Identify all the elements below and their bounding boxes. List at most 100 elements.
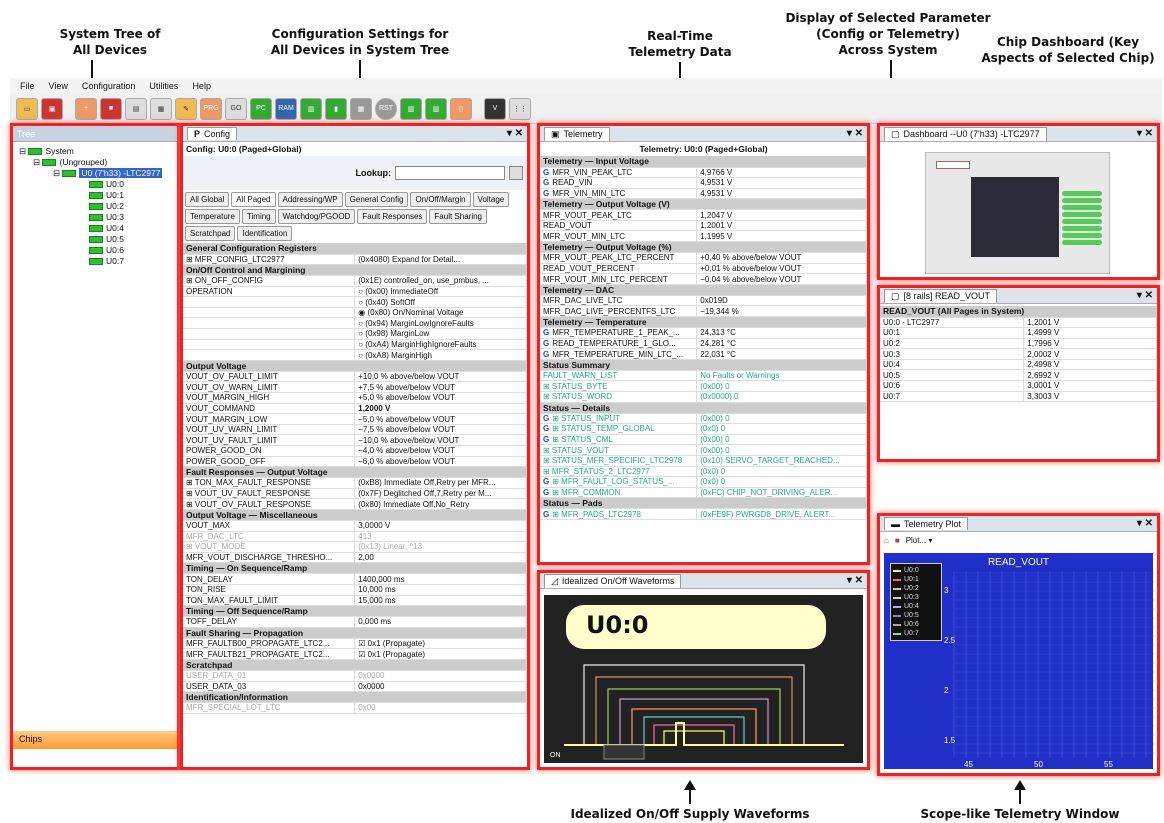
search-icon[interactable] <box>509 166 523 180</box>
telemetry-g-icon[interactable]: G <box>543 414 549 423</box>
config-row[interactable]: VOUT_MAX 3,0000 V <box>183 520 527 532</box>
config-row[interactable]: MFR_FAULTB21_PROPAGATE_LTC2... ☑ 0x1 (Pro… <box>183 648 527 660</box>
param-value[interactable]: (0x7F) Deglitched Off,7,Retry per M... <box>354 488 527 500</box>
config-row[interactable]: ○ (0xA4) MarginHighIgnoreFaults <box>183 339 527 351</box>
telemetry-row[interactable]: ⊞ STATUS_VOUT (0x00) 0 <box>540 444 867 456</box>
telemetry-g-icon[interactable]: G <box>543 178 549 187</box>
dashboard-tab[interactable]: ▢ Dashboard --U0 (7'h33) -LTC2977 <box>884 126 1047 141</box>
add-chip-icon[interactable]: + <box>75 97 97 120</box>
config-row[interactable]: POWER_GOOD_ON −4,0 % above/below VOUT <box>183 445 527 457</box>
config-row[interactable]: TON_RISE 10,000 ms <box>183 584 527 596</box>
config-row[interactable]: ○ (0x94) MarginLowIgnoreFaults <box>183 317 527 330</box>
tree-page[interactable]: U0:4 <box>19 223 171 234</box>
param-value[interactable]: ○ (0xA8) MarginHigh <box>354 349 527 361</box>
telemetry-row[interactable]: MFR_DAC_LIVE_PERCENTFS_LTC −19,344 % <box>540 305 867 318</box>
telemetry-row[interactable]: G MFR_TEMPERATURE_MIN_LTC_... 22,031 °C <box>540 348 867 360</box>
telemetry-row[interactable]: ⊞ MFR_STATUS_2_LTC2977 (0x0) 0 <box>540 466 867 478</box>
tree-page[interactable]: U0:5 <box>19 234 171 245</box>
open-icon[interactable]: ▭ <box>16 97 38 120</box>
telemetry-tab[interactable]: ▣ Telemetry <box>544 126 610 141</box>
lookup-input[interactable] <box>395 166 505 180</box>
config-row[interactable]: ⊞ MFR_CONFIG_LTC2977 (0x4080) Expand for … <box>183 254 527 266</box>
tree-page[interactable]: U0:1 <box>19 190 171 201</box>
copy-icon[interactable]: ▤ <box>125 97 147 120</box>
param-value[interactable]: ○ (0x98) MarginLow <box>354 328 527 340</box>
param-value[interactable]: ☑ 0x1 (Propagate) <box>354 648 527 660</box>
config-row[interactable]: ⊞ VOUT_OV_FAULT_RESPONSE (0x80) Immediate… <box>183 498 527 510</box>
read-vout-row[interactable]: U0:0 - LTC2977 1,2001 V <box>880 317 1157 329</box>
param-value[interactable]: 1,2000 V <box>354 403 527 415</box>
config-row[interactable]: ⊞ TON_MAX_FAULT_RESPONSE (0xB8) Immediate… <box>183 477 527 489</box>
telemetry-row[interactable]: G ⊞ MFR_FAULT_LOG_STATUS_... (0x0) 0 <box>540 476 867 488</box>
config-row[interactable]: ⊞ VOUT_UV_FAULT_RESPONSE (0x7F) Deglitche… <box>183 488 527 500</box>
param-value[interactable]: (0x1E) controlled_on, use_pmbus, ... <box>354 275 527 287</box>
telemetry-row[interactable]: MFR_VOUT_PEAK_LTC 1,2047 V <box>540 209 867 221</box>
pc-to-ram-icon[interactable]: PC <box>250 97 272 120</box>
config-row[interactable]: ○ (0xA8) MarginHigh <box>183 349 527 361</box>
telemetry-g-icon[interactable]: G <box>543 435 549 444</box>
telemetry-row[interactable]: MFR_VOUT_PEAK_LTC_PERCENT +0,40 % above/b… <box>540 252 867 264</box>
menu-help[interactable]: Help <box>192 81 211 91</box>
param-value[interactable]: ○ (0x40) SoftOff <box>354 296 527 308</box>
param-value[interactable]: (0x80) Immediate Off,No_Retry <box>354 498 527 510</box>
config-row[interactable]: MFR_DAC_LTC 413 <box>183 531 527 543</box>
config-row[interactable]: USER_DATA_01 0x0000 <box>183 670 527 682</box>
param-value[interactable]: ○ (0x00) ImmediateOff <box>354 286 527 298</box>
tree-page[interactable]: U0:0 <box>19 179 171 190</box>
telemetry-row[interactable]: ⊞ STATUS_BYTE (0x00) 0 <box>540 380 867 392</box>
telemetry-row[interactable]: G ⊞ MFR_COMMON (0xFC) CHIP_NOT_DRIVING_ALE… <box>540 487 867 499</box>
config-row[interactable]: VOUT_OV_FAULT_LIMIT +10,0 % above/below V… <box>183 371 527 383</box>
param-value[interactable]: 2,00 <box>354 552 527 564</box>
param-value[interactable]: 0x0000 <box>354 670 527 682</box>
config-tab-identification[interactable]: Identification <box>237 226 293 241</box>
stop-icon[interactable]: ■ <box>895 536 900 545</box>
config-tab-watchdog-pgood[interactable]: Watchdog/PGOOD <box>277 209 356 224</box>
close-icon[interactable]: ▾ ✕ <box>847 128 863 139</box>
menu-file[interactable]: File <box>20 81 35 91</box>
group-icon[interactable]: ⋮⋮ <box>509 97 531 120</box>
go-online-icon[interactable]: GO <box>225 97 247 120</box>
nvm-icon[interactable]: ▮ <box>325 97 347 120</box>
param-value[interactable]: ○ (0x94) MarginLowIgnoreFaults <box>354 317 527 330</box>
tree-page[interactable]: U0:3 <box>19 212 171 223</box>
config-row[interactable]: VOUT_UV_WARN_LIMIT −7,5 % above/below VOU… <box>183 424 527 436</box>
config-tab-all-global[interactable]: All Global <box>185 192 230 207</box>
param-value[interactable]: ○ (0xA4) MarginHighIgnoreFaults <box>354 339 527 351</box>
telemetry-g-icon[interactable]: G <box>543 350 549 359</box>
config-tab-on-off-margin[interactable]: On/Off/Margin <box>410 192 471 207</box>
home-icon[interactable]: ⌂ <box>884 536 889 545</box>
param-value[interactable]: −4,0 % above/below VOUT <box>354 445 527 457</box>
telemetry-row[interactable]: READ_VOUT_PERCENT +0,01 % above/below VOU… <box>540 263 867 275</box>
param-value[interactable]: 0,000 ms <box>354 616 527 628</box>
chip-icon[interactable]: ▥ <box>300 97 322 120</box>
menu-view[interactable]: View <box>49 81 68 91</box>
tree-node-chip[interactable]: ⊟ U0 (7'h33) -LTC2977 <box>19 168 171 179</box>
config-tab-timing[interactable]: Timing <box>241 209 276 224</box>
telemetry-g-icon[interactable]: G <box>543 488 549 497</box>
close-icon[interactable]: ▾ ✕ <box>507 128 523 139</box>
param-value[interactable]: 15,000 ms <box>354 595 527 607</box>
config-row[interactable]: ○ (0x98) MarginLow <box>183 328 527 340</box>
config-tab[interactable]: P Config <box>187 127 238 140</box>
param-value[interactable]: +10,0 % above/below VOUT <box>354 371 527 383</box>
config-tab-voltage[interactable]: Voltage <box>472 192 510 207</box>
param-value[interactable]: 1400,000 ms <box>354 573 527 585</box>
param-value[interactable]: (0x13) Linear, ^13 <box>354 541 527 553</box>
telemetry-row[interactable]: READ_VOUT 1,2001 V <box>540 220 867 232</box>
nvm-write-icon[interactable]: ▥ <box>425 97 447 120</box>
ram-icon[interactable]: ▥ <box>400 97 422 120</box>
config-row[interactable]: VOUT_MARGIN_LOW −5,0 % above/below VOUT <box>183 413 527 425</box>
verify-icon[interactable]: V <box>484 97 506 120</box>
config-tab-addressing-wp[interactable]: Addressing/WP <box>277 192 343 207</box>
config-row[interactable]: POWER_GOOD_OFF −6,0 % above/below VOUT <box>183 456 527 468</box>
close-icon[interactable]: ▾ ✕ <box>1137 518 1153 529</box>
telemetry-g-icon[interactable]: G <box>543 477 549 486</box>
telemetry-row[interactable]: G ⊞ STATUS_TEMP_GLOBAL (0x0) 0 <box>540 423 867 435</box>
close-icon[interactable]: ▾ ✕ <box>1137 128 1153 139</box>
config-tab-fault-sharing[interactable]: Fault Sharing <box>429 209 487 224</box>
telemetry-row[interactable]: G MFR_TEMPERATURE_1_PEAK_... 24,313 °C <box>540 327 867 339</box>
config-row[interactable]: VOUT_COMMAND 1,2000 V <box>183 403 527 415</box>
param-value[interactable]: −6,0 % above/below VOUT <box>354 456 527 468</box>
tree-page[interactable]: U0:7 <box>19 256 171 267</box>
param-value[interactable]: ◉ (0x80) On/Nominal Voltage <box>354 307 527 319</box>
